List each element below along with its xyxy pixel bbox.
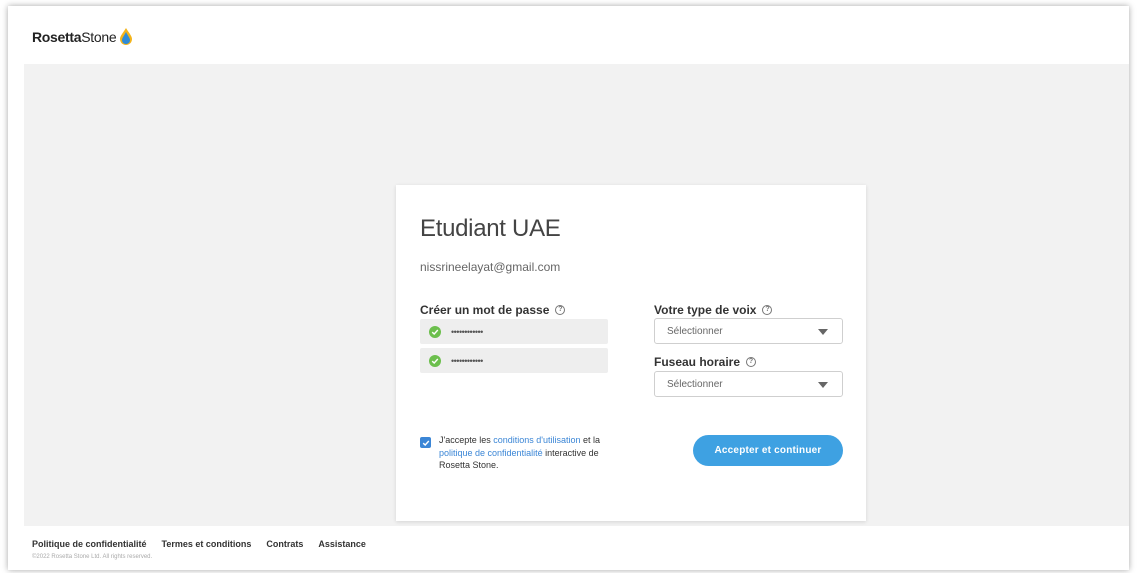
timezone-label: Fuseau horaire ? xyxy=(654,355,757,369)
question-circle-icon[interactable]: ? xyxy=(555,305,566,315)
footer-link-terms[interactable]: Termes et conditions xyxy=(162,539,252,549)
voice-type-value: Sélectionner xyxy=(667,325,723,337)
caret-down-icon xyxy=(818,329,828,335)
password-confirm-value: •••••••••••• xyxy=(451,355,483,366)
password-confirm-input[interactable]: •••••••••••• xyxy=(420,348,608,373)
timezone-select[interactable]: Sélectionner xyxy=(654,371,843,397)
question-circle-icon[interactable]: ? xyxy=(762,305,773,315)
question-circle-icon[interactable]: ? xyxy=(746,357,757,367)
terms-agreement: J'accepte les conditions d'utilisation e… xyxy=(420,434,630,472)
accept-continue-button[interactable]: Accepter et continuer xyxy=(693,435,843,466)
password-input[interactable]: •••••••••••• xyxy=(420,319,608,344)
card-title: Etudiant UAE xyxy=(420,215,561,242)
voice-type-label: Votre type de voix ? xyxy=(654,303,773,317)
timezone-value: Sélectionner xyxy=(667,378,723,390)
copyright-text: ©2022 Rosetta Stone Ltd. All rights rese… xyxy=(32,554,153,560)
check-circle-icon xyxy=(429,354,441,367)
footer-link-support[interactable]: Assistance xyxy=(318,539,366,549)
main-content: Etudiant UAE nissrineelayat@gmail.com Cr… xyxy=(24,64,1129,526)
check-circle-icon xyxy=(429,325,441,338)
user-email: nissrineelayat@gmail.com xyxy=(420,260,561,274)
browser-frame: RosettaStone Etudiant UAE nissrineelayat… xyxy=(8,6,1129,570)
page-header: RosettaStone xyxy=(8,6,1129,64)
voice-type-select[interactable]: Sélectionner xyxy=(654,318,843,344)
caret-down-icon xyxy=(818,382,828,388)
registration-card: Etudiant UAE nissrineelayat@gmail.com Cr… xyxy=(396,185,866,521)
terms-text: J'accepte les conditions d'utilisation e… xyxy=(439,435,601,470)
footer-links: Politique de confidentialité Termes et c… xyxy=(32,539,366,549)
terms-link[interactable]: conditions d'utilisation xyxy=(493,435,580,445)
footer-link-privacy[interactable]: Politique de confidentialité xyxy=(32,539,147,549)
terms-checkbox[interactable] xyxy=(420,437,431,448)
password-label: Créer un mot de passe ? xyxy=(420,303,566,317)
footer-link-contracts[interactable]: Contrats xyxy=(266,539,303,549)
logo-text: RosettaStone xyxy=(32,28,117,45)
rosetta-stone-drop-icon xyxy=(120,28,133,45)
password-value: •••••••••••• xyxy=(451,326,483,337)
privacy-link[interactable]: politique de confidentialité xyxy=(439,448,543,458)
rosetta-stone-logo[interactable]: RosettaStone xyxy=(32,28,133,45)
